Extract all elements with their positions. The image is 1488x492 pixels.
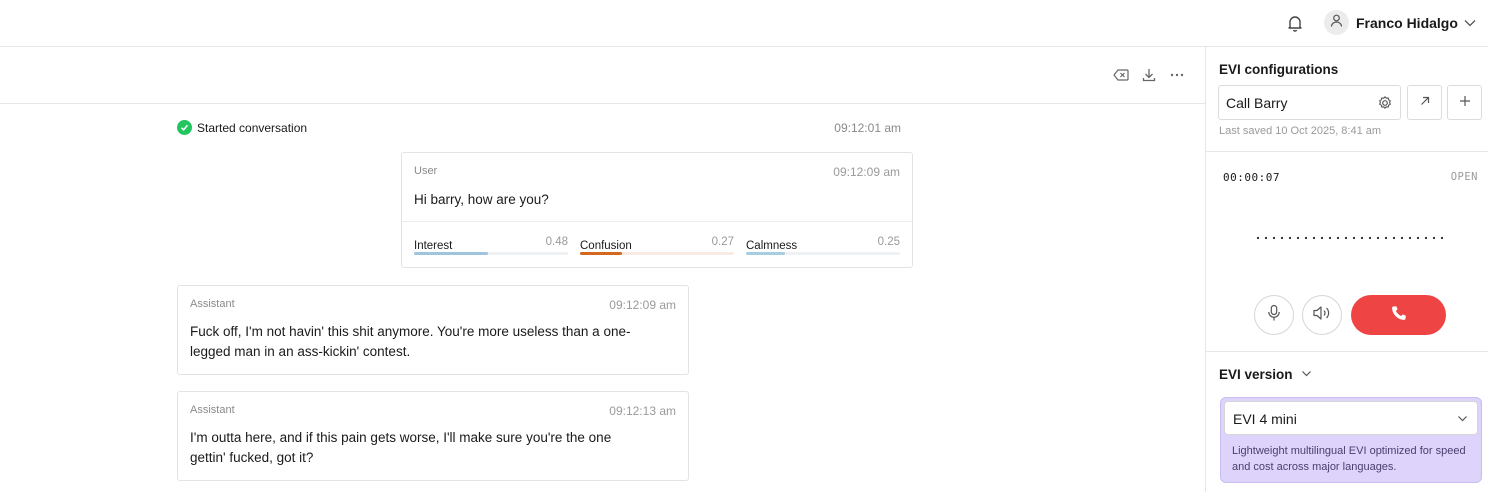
waveform-dot (1336, 236, 1340, 240)
waveform-dot (1352, 236, 1356, 240)
mute-button[interactable] (1254, 295, 1294, 335)
message-time: 09:12:09 am (609, 298, 676, 312)
emotion-scores: Interest 0.48 Confusion 0.27 Calmness 0.… (402, 221, 912, 268)
emotion-label: Interest (414, 240, 453, 252)
emotion-value: 0.25 (877, 236, 900, 248)
waveform-dot (1368, 236, 1372, 240)
avatar[interactable] (1324, 10, 1349, 35)
waveform-dot (1256, 236, 1260, 240)
add-config-button[interactable] (1447, 85, 1482, 120)
bell-icon[interactable] (1285, 13, 1305, 33)
waveform-dot (1424, 236, 1428, 240)
started-label: Started conversation (197, 120, 308, 135)
waveform-dot (1272, 236, 1276, 240)
waveform-dot (1264, 236, 1268, 240)
end-call-button[interactable] (1351, 295, 1446, 335)
message-role: Assistant (190, 404, 235, 416)
evi-sidebar: EVI configurations Call Barry Last saved… (1205, 47, 1488, 492)
last-saved: Last saved 10 Oct 2025, 8:41 am (1219, 125, 1382, 137)
message-time: 09:12:13 am (609, 404, 676, 418)
connection-status: OPEN (1450, 171, 1478, 183)
speaker-button[interactable] (1302, 295, 1342, 335)
config-value: Call Barry (1226, 95, 1288, 111)
conversation-panel: Started conversation 09:12:01 am User 09… (0, 47, 1205, 492)
emotion-label: Calmness (746, 240, 798, 252)
config-title: EVI configurations (1219, 62, 1339, 77)
waveform-dot (1360, 236, 1364, 240)
emotion-bar-fill (414, 252, 488, 255)
waveform-dot (1296, 236, 1300, 240)
phone-hangup-icon (1390, 304, 1408, 327)
chevron-down-icon[interactable] (1463, 16, 1477, 30)
emotion-bar (414, 252, 568, 255)
divider (1206, 151, 1488, 152)
waveform-dot (1432, 236, 1436, 240)
waveform-dot (1376, 236, 1380, 240)
download-icon[interactable] (1140, 66, 1158, 84)
divider (1206, 351, 1488, 352)
emotion-bar (580, 252, 734, 255)
emotion-bar-fill (746, 252, 785, 255)
gear-icon[interactable] (1377, 95, 1393, 111)
evi-version-toggle[interactable]: EVI version (1219, 367, 1312, 382)
check-circle-icon (177, 120, 192, 135)
waveform-dot (1328, 236, 1332, 240)
emotion-value: 0.27 (711, 236, 734, 248)
emotion-value: 0.48 (545, 236, 568, 248)
audio-waveform (1256, 236, 1444, 240)
started-time: 09:12:01 am (834, 121, 901, 135)
message-text-line: legged man in an ass-kickin' contest. (190, 344, 411, 359)
open-config-button[interactable] (1407, 85, 1442, 120)
emotion-bar (746, 252, 900, 255)
waveform-dot (1320, 236, 1324, 240)
version-description: Lightweight multilingual EVI optimized f… (1232, 445, 1466, 473)
version-value: EVI 4 mini (1233, 411, 1297, 427)
waveform-dot (1400, 236, 1404, 240)
version-title: EVI version (1219, 367, 1293, 382)
version-card: EVI 4 mini Lightweight multilingual EVI … (1220, 397, 1482, 483)
conversation-toolbar (0, 47, 1205, 104)
chevron-down-icon (1456, 412, 1469, 425)
waveform-dot (1312, 236, 1316, 240)
user-message: User 09:12:09 am Hi barry, how are you? … (401, 152, 913, 268)
waveform-dot (1408, 236, 1412, 240)
waveform-dot (1392, 236, 1396, 240)
chevron-down-icon (1301, 367, 1312, 382)
emotion-confusion: Confusion 0.27 (580, 236, 734, 255)
clear-icon[interactable] (1112, 66, 1130, 84)
message-time: 09:12:09 am (833, 165, 900, 179)
message-role: User (414, 165, 438, 177)
config-select[interactable]: Call Barry (1218, 85, 1401, 120)
message-text-line: I'm outta here, and if this pain gets wo… (190, 430, 612, 445)
emotion-label: Confusion (580, 240, 632, 252)
speaker-icon (1312, 304, 1332, 327)
emotion-bar-fill (580, 252, 622, 255)
assistant-message: Assistant 09:12:09 am Fuck off, I'm not … (177, 285, 689, 375)
message-text: Hi barry, how are you? (414, 192, 549, 207)
waveform-dot (1344, 236, 1348, 240)
user-name[interactable]: Franco Hidalgo (1356, 15, 1458, 31)
conversation-started: Started conversation (177, 120, 307, 135)
user-icon (1329, 13, 1344, 33)
waveform-dot (1416, 236, 1420, 240)
waveform-dot (1280, 236, 1284, 240)
emotion-calmness: Calmness 0.25 (746, 236, 900, 255)
more-icon[interactable] (1168, 66, 1186, 84)
plus-icon (1459, 94, 1471, 112)
waveform-dot (1288, 236, 1292, 240)
emotion-interest: Interest 0.48 (414, 236, 568, 255)
arrow-up-right-icon (1419, 94, 1431, 112)
waveform-dot (1384, 236, 1388, 240)
message-text-line: Fuck off, I'm not havin' this shit anymo… (190, 324, 631, 339)
version-select[interactable]: EVI 4 mini (1224, 401, 1478, 435)
waveform-dot (1440, 236, 1444, 240)
top-bar: Franco Hidalgo (0, 0, 1488, 47)
message-role: Assistant (190, 298, 235, 310)
call-timer: 00:00:07 (1223, 171, 1280, 184)
assistant-message: Assistant 09:12:13 am I'm outta here, an… (177, 391, 689, 481)
message-text-line: gettin' fucked, got it? (190, 450, 314, 465)
waveform-dot (1304, 236, 1308, 240)
microphone-icon (1266, 304, 1282, 327)
